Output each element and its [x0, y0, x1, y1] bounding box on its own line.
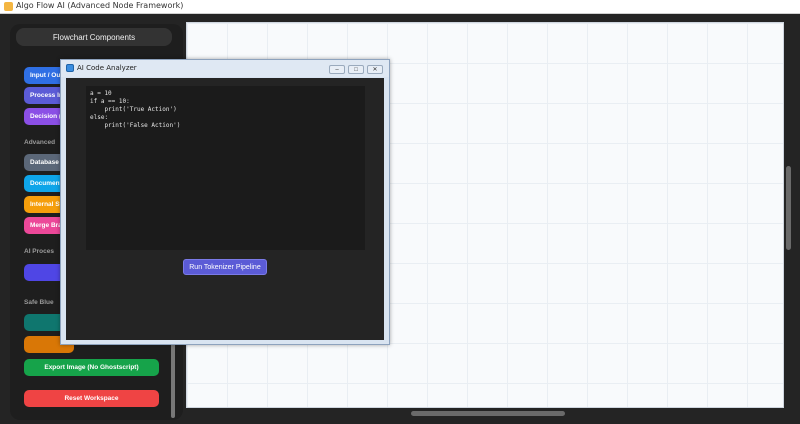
maximize-icon: □ — [354, 66, 358, 73]
dialog-app-icon — [66, 64, 74, 72]
window-titlebar: Algo Flow AI (Advanced Node Framework) — [0, 0, 800, 14]
canvas-horizontal-scrollbar[interactable] — [411, 411, 565, 416]
run-tokenizer-button[interactable]: Run Tokenizer Pipeline — [183, 259, 267, 275]
window-title: Algo Flow AI (Advanced Node Framework) — [16, 1, 184, 10]
close-button[interactable]: ✕ — [367, 65, 383, 74]
section-advanced: Advanced — [24, 139, 56, 146]
sidebar-header: Flowchart Components — [16, 28, 172, 46]
close-icon: ✕ — [372, 66, 378, 73]
app-icon — [4, 2, 13, 11]
minimize-icon: – — [335, 66, 339, 73]
minimize-button[interactable]: – — [329, 65, 345, 74]
code-editor[interactable]: a = 10 if a == 10: print('True Action') … — [86, 86, 365, 250]
code-analyzer-dialog: AI Code Analyzer – □ ✕ a = 10 if a == 10… — [60, 59, 390, 345]
export-image-button[interactable]: Export Image (No Ghostscript) — [24, 359, 159, 376]
dialog-body: a = 10 if a == 10: print('True Action') … — [66, 78, 384, 340]
canvas-vertical-scrollbar[interactable] — [786, 166, 791, 250]
code-text: a = 10 if a == 10: print('True Action') … — [90, 90, 181, 129]
section-ai-process: AI Proces — [24, 248, 54, 255]
maximize-button[interactable]: □ — [348, 65, 364, 74]
reset-workspace-button[interactable]: Reset Workspace — [24, 390, 159, 407]
section-safe-blue: Safe Blue — [24, 299, 54, 306]
dialog-titlebar[interactable]: AI Code Analyzer – □ ✕ — [61, 60, 389, 77]
dialog-title: AI Code Analyzer — [77, 64, 137, 72]
